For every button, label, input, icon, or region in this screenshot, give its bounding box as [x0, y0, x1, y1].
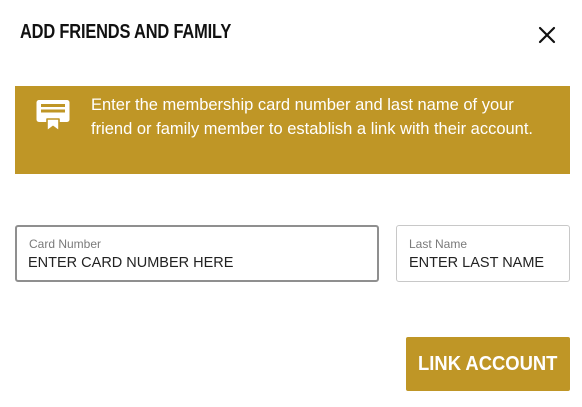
membership-card-icon: [36, 100, 70, 132]
last-name-field[interactable]: Last Name: [396, 225, 570, 282]
link-account-button[interactable]: LINK ACCOUNT: [406, 337, 570, 391]
last-name-label: Last Name: [409, 237, 468, 251]
link-account-label: LINK ACCOUNT: [418, 352, 558, 375]
card-number-label: Card Number: [29, 237, 102, 251]
info-banner: Enter the membership card number and las…: [15, 86, 570, 174]
card-number-input[interactable]: [28, 253, 366, 273]
info-banner-text: Enter the membership card number and las…: [91, 96, 534, 138]
card-number-field[interactable]: Card Number: [15, 225, 379, 282]
last-name-input[interactable]: [409, 253, 559, 273]
dialog-title: ADD FRIENDS AND FAMILY: [20, 21, 232, 43]
close-icon: [538, 26, 556, 44]
close-button[interactable]: [536, 24, 558, 46]
